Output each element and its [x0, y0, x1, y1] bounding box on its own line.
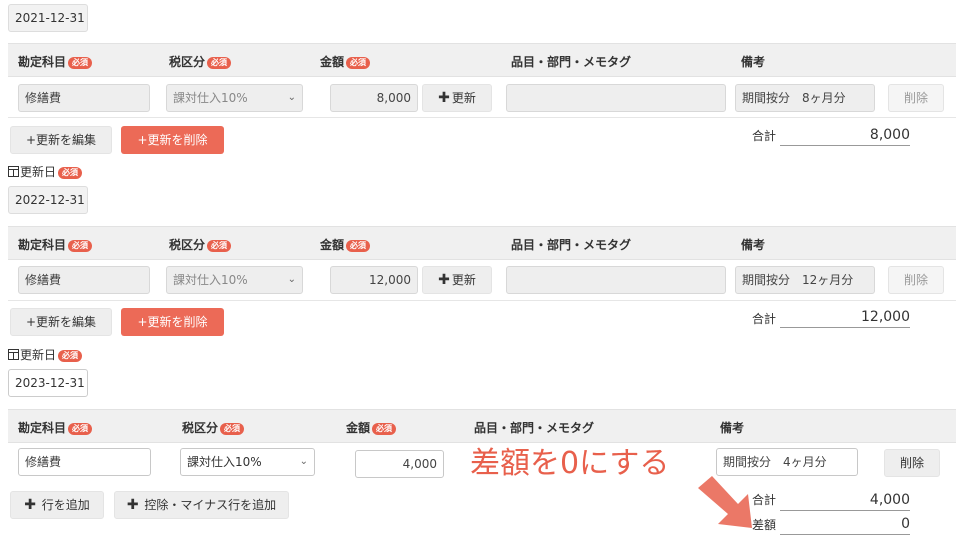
required-badge: 必須	[372, 423, 397, 435]
note-field[interactable]: 期間按分 12ヶ月分	[735, 266, 875, 294]
required-badge: 必須	[220, 423, 245, 435]
chevron-down-icon: ⌄	[287, 274, 296, 285]
header-note: 備考	[720, 421, 745, 435]
account-field[interactable]: 修繕費	[18, 448, 151, 476]
total-value: 4,000	[780, 491, 910, 511]
total-label: 合計	[752, 312, 777, 326]
table-row: 修繕費 課対仕入10% ⌄ 12,000 ✚ 更新 期間按分 12ヶ月分 削除	[8, 261, 956, 301]
total-value: 12,000	[780, 308, 910, 328]
required-badge: 必須	[207, 240, 232, 252]
chevron-down-icon: ⌄	[287, 92, 296, 103]
updated-date-label: 更新日 必須	[8, 346, 83, 363]
chevron-down-icon: ⌄	[299, 456, 308, 467]
tax-select[interactable]: 課対仕入10% ⌄	[166, 266, 303, 294]
delete-button[interactable]: 削除	[884, 449, 940, 477]
table-header-1: 勘定科目 必須 税区分 必須 金額 必須 品目・部門・メモタグ 備考	[8, 43, 956, 77]
tax-select[interactable]: 課対仕入10% ⌄	[180, 448, 315, 476]
header-amount: 金額 必須	[320, 236, 371, 253]
amount-field[interactable]: 4,000	[355, 450, 444, 478]
plus-icon: ✚	[126, 497, 139, 513]
update-button[interactable]: ✚ 更新	[422, 266, 492, 294]
table-header-2: 勘定科目 必須 税区分 必須 金額 必須 品目・部門・メモタグ 備考	[8, 226, 956, 260]
required-badge: 必須	[58, 350, 83, 362]
update-button[interactable]: ✚ 更新	[422, 84, 492, 112]
header-account: 勘定科目 必須	[18, 53, 93, 70]
required-badge: 必須	[68, 57, 93, 69]
edit-update-button[interactable]: +更新を編集	[10, 308, 112, 336]
tax-select[interactable]: 課対仕入10% ⌄	[166, 84, 303, 112]
header-amount: 金額 必須	[346, 419, 397, 436]
date-field-2[interactable]: 2022-12-31	[8, 186, 88, 214]
add-row-button[interactable]: ✚ 行を追加	[10, 491, 104, 519]
plus-icon: ✚	[24, 497, 36, 513]
delete-button[interactable]: 削除	[888, 266, 944, 294]
required-badge: 必須	[207, 57, 232, 69]
header-note: 備考	[741, 238, 766, 252]
calendar-icon	[8, 166, 19, 177]
diff-value: 0	[780, 515, 910, 535]
required-badge: 必須	[346, 57, 371, 69]
header-note: 備考	[741, 55, 766, 69]
header-amount: 金額 必須	[320, 53, 371, 70]
annotation-text: 差額を0にする	[466, 444, 674, 484]
delete-update-button[interactable]: +更新を削除	[121, 126, 224, 154]
header-account: 勘定科目 必須	[18, 419, 93, 436]
total-label: 合計	[752, 493, 777, 507]
header-account: 勘定科目 必須	[18, 236, 93, 253]
amount-field[interactable]: 12,000	[330, 266, 418, 294]
calendar-icon	[8, 349, 19, 360]
item-tag-field[interactable]	[506, 266, 726, 294]
plus-icon: ✚	[438, 272, 450, 288]
arrow-icon	[698, 476, 752, 528]
header-tax: 税区分 必須	[182, 419, 245, 436]
header-item: 品目・部門・メモタグ	[511, 55, 632, 69]
required-badge: 必須	[58, 167, 83, 179]
required-badge: 必須	[346, 240, 371, 252]
diff-label: 差額	[752, 518, 777, 532]
date-field-1[interactable]: 2021-12-31	[8, 4, 88, 32]
required-badge: 必須	[68, 240, 93, 252]
table-header-3: 勘定科目 必須 税区分 必須 金額 必須 品目・部門・メモタグ 備考	[8, 409, 956, 443]
total-label: 合計	[752, 129, 777, 143]
note-field[interactable]: 期間按分 4ヶ月分	[716, 448, 858, 476]
note-field[interactable]: 期間按分 8ヶ月分	[735, 84, 875, 112]
add-deduct-row-button[interactable]: ✚ 控除・マイナス行を追加	[114, 491, 289, 519]
table-row: 修繕費 課対仕入10% ⌄ 8,000 ✚ 更新 期間按分 8ヶ月分 削除	[8, 78, 956, 118]
delete-button[interactable]: 削除	[888, 84, 944, 112]
header-tax: 税区分 必須	[169, 53, 232, 70]
header-item: 品目・部門・メモタグ	[511, 238, 632, 252]
header-tax: 税区分 必須	[169, 236, 232, 253]
account-field[interactable]: 修繕費	[18, 84, 150, 112]
account-field[interactable]: 修繕費	[18, 266, 150, 294]
delete-update-button[interactable]: +更新を削除	[121, 308, 224, 336]
header-item: 品目・部門・メモタグ	[474, 421, 595, 435]
item-tag-field[interactable]	[506, 84, 726, 112]
required-badge: 必須	[68, 423, 93, 435]
total-value: 8,000	[780, 126, 910, 146]
date-field-3[interactable]: 2023-12-31	[8, 369, 88, 397]
plus-icon: ✚	[438, 90, 450, 106]
edit-update-button[interactable]: +更新を編集	[10, 126, 112, 154]
updated-date-label: 更新日 必須	[8, 163, 83, 180]
amount-field[interactable]: 8,000	[330, 84, 418, 112]
